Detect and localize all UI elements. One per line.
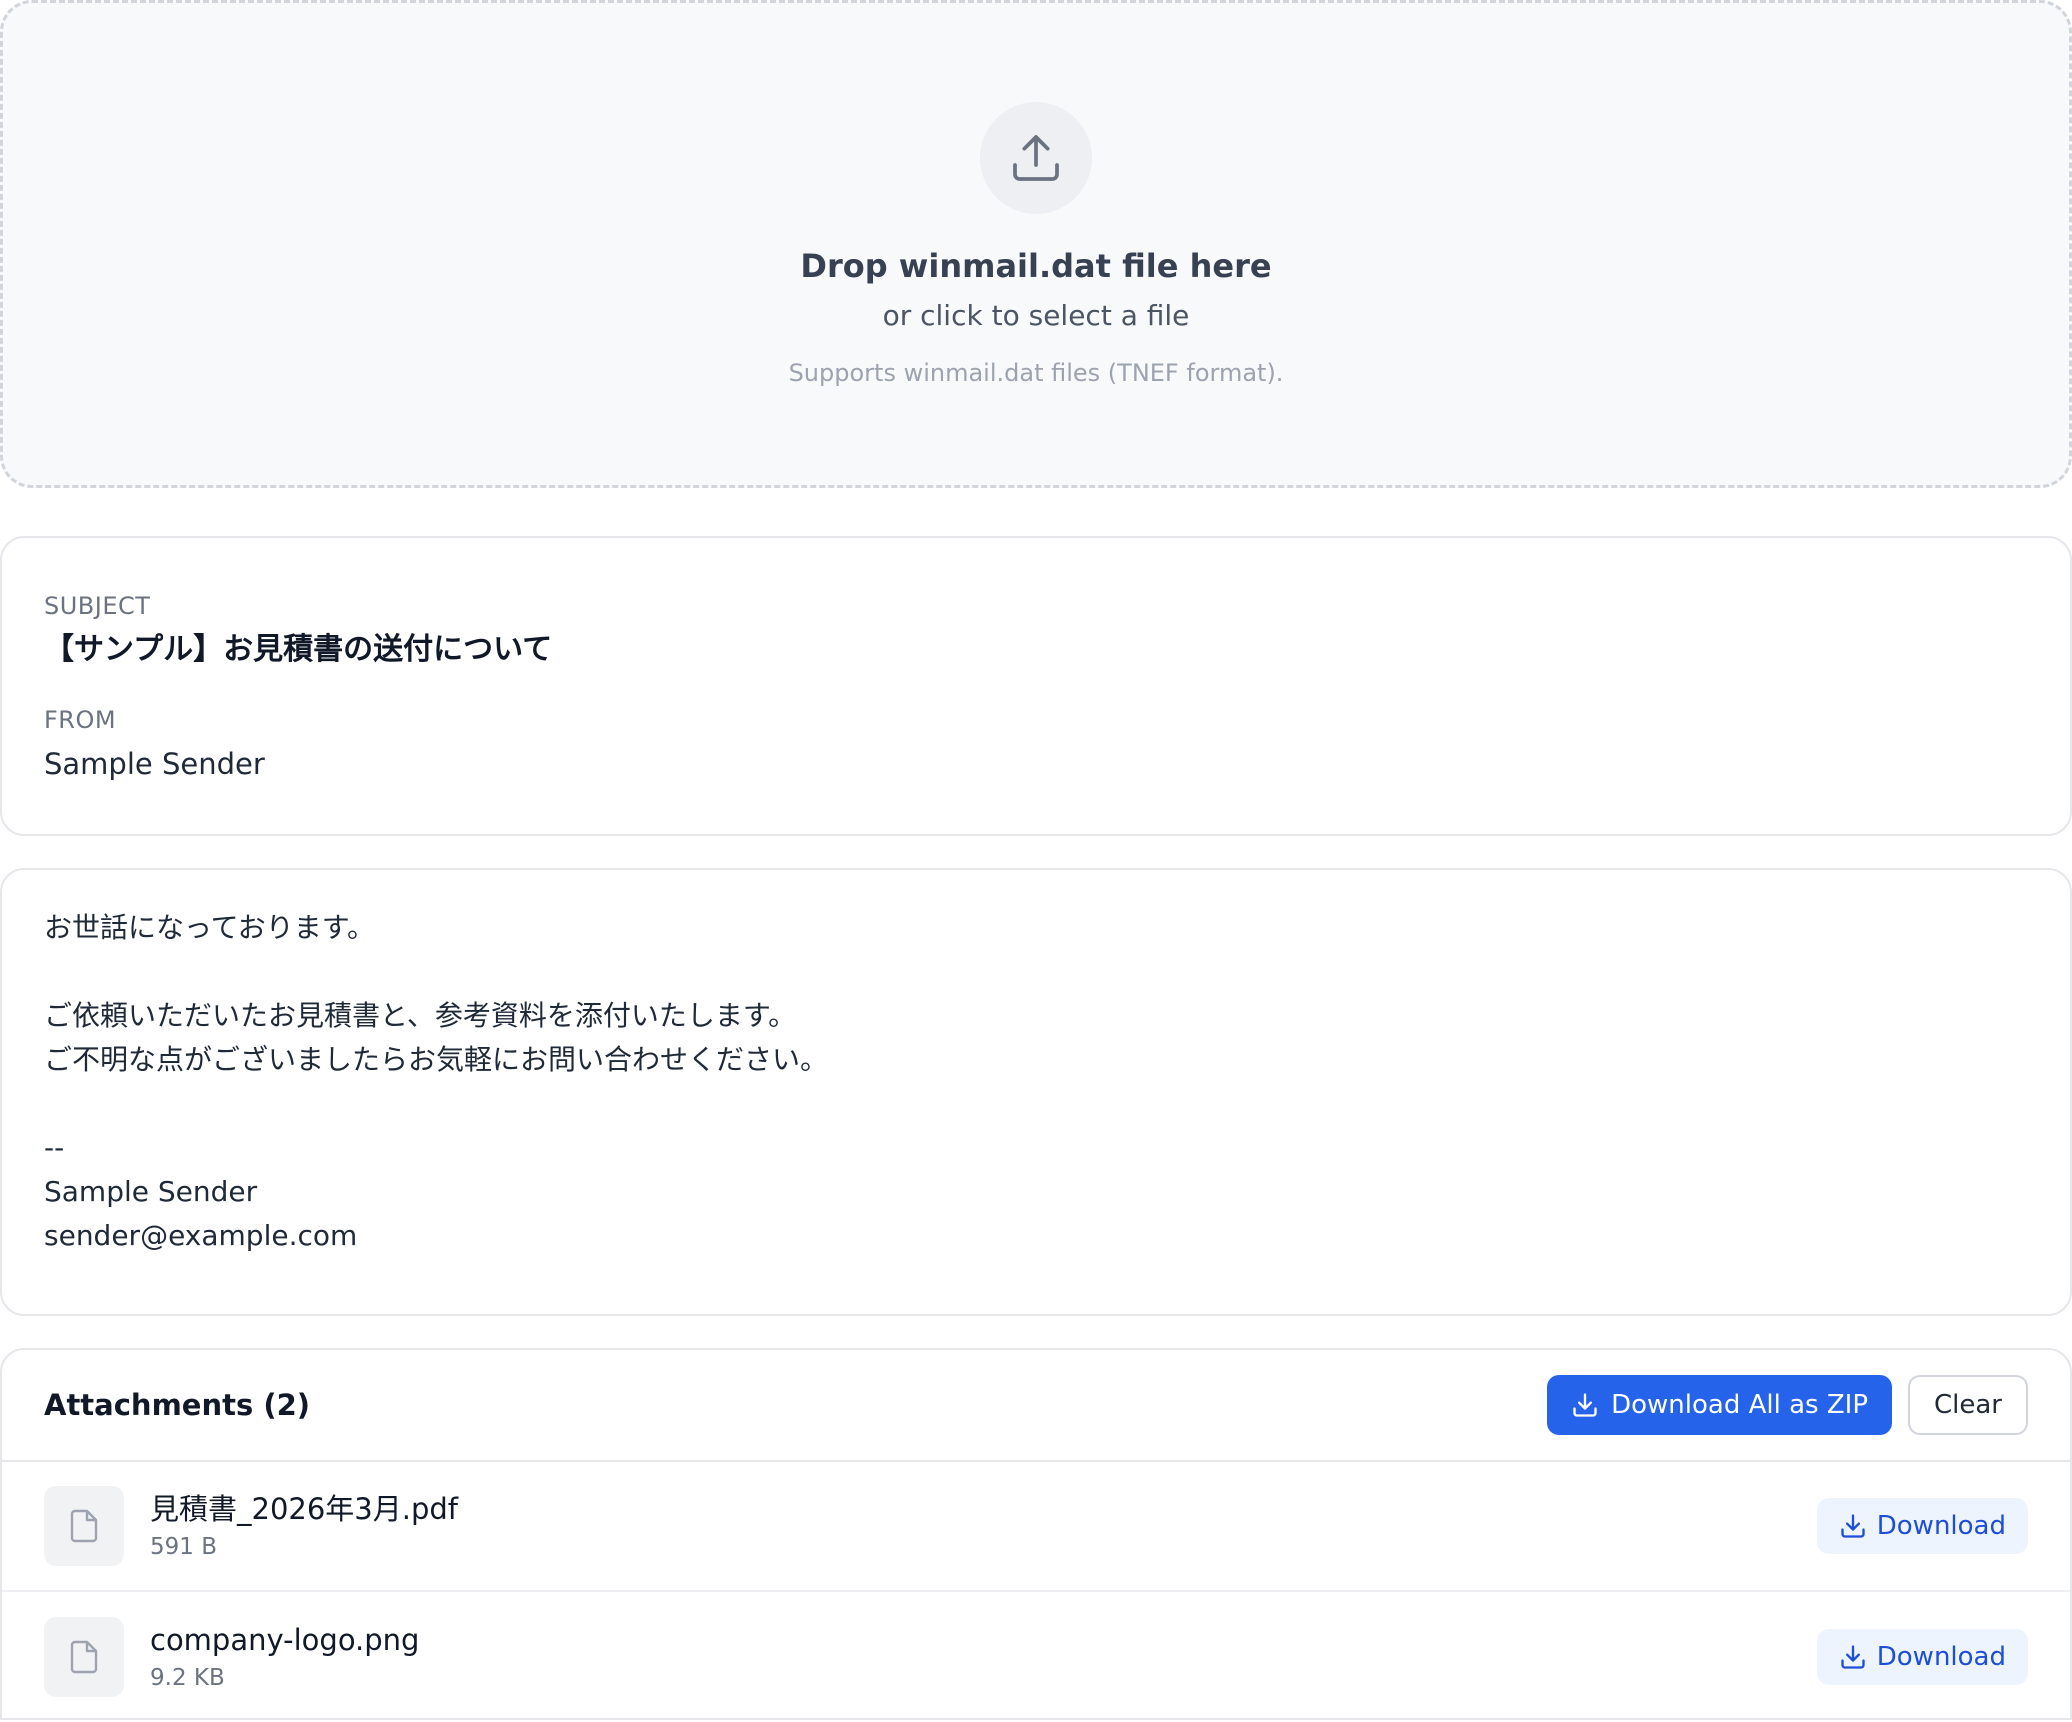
- from-value: Sample Sender: [44, 747, 265, 781]
- download-all-label: Download All as ZIP: [1611, 1390, 1868, 1420]
- message-meta-card: SUBJECT 【サンプル】お見積書の送付について FROM Sample Se…: [0, 536, 2072, 836]
- subject-label: SUBJECT: [44, 592, 151, 620]
- file-name: company-logo.png: [150, 1623, 420, 1657]
- body-line: お世話になっております。: [44, 911, 375, 944]
- download-label: Download: [1876, 1511, 2006, 1541]
- upload-icon: [1013, 135, 1059, 181]
- body-line: ご依頼いただいたお見積書と、参考資料を添付いたします。: [44, 999, 797, 1032]
- message-body-card: お世話になっております。 ご依頼いただいたお見積書と、参考資料を添付いたします。…: [0, 868, 2072, 1316]
- body-line: [44, 1082, 2028, 1126]
- download-icon: [1573, 1393, 1597, 1417]
- body-line: --: [44, 1131, 65, 1164]
- file-icon-box: [44, 1617, 124, 1697]
- attachment-row: 見積書_2026年3月.pdf 591 B Download: [2, 1462, 2070, 1592]
- upload-icon-circle: [980, 102, 1092, 214]
- file-size: 9.2 KB: [150, 1665, 225, 1691]
- body-line: sender@example.com: [44, 1219, 358, 1252]
- download-icon: [1841, 1645, 1865, 1669]
- clear-button[interactable]: Clear: [1908, 1375, 2028, 1435]
- file-info: 見積書_2026年3月.pdf 591 B: [150, 1490, 1817, 1562]
- attachments-header: Attachments (2) Download All as ZIP Clea…: [2, 1350, 2070, 1462]
- dropzone-title: Drop winmail.dat file here: [800, 247, 1272, 285]
- download-all-zip-button[interactable]: Download All as ZIP: [1547, 1375, 1892, 1435]
- attachments-title: Attachments (2): [44, 1388, 311, 1422]
- file-icon: [70, 1640, 98, 1674]
- attachments-card: Attachments (2) Download All as ZIP Clea…: [0, 1348, 2072, 1720]
- subject-value: 【サンプル】お見積書の送付について: [44, 632, 553, 667]
- body-line: ご不明な点がございましたらお気軽にお問い合わせください。: [44, 1043, 829, 1076]
- download-button[interactable]: Download: [1816, 1498, 2028, 1554]
- file-icon: [70, 1509, 98, 1543]
- attachment-row: company-logo.png 9.2 KB Download: [2, 1592, 2070, 1722]
- download-icon: [1841, 1514, 1865, 1538]
- file-icon-box: [44, 1486, 124, 1566]
- file-name: 見積書_2026年3月.pdf: [150, 1492, 458, 1526]
- dropzone-note: Supports winmail.dat files (TNEF format)…: [788, 359, 1284, 387]
- download-button[interactable]: Download: [1816, 1629, 2028, 1685]
- file-size: 591 B: [150, 1534, 217, 1560]
- body-line: [44, 950, 2028, 994]
- file-dropzone[interactable]: Drop winmail.dat file here or click to s…: [0, 0, 2072, 488]
- from-label: FROM: [44, 706, 117, 734]
- file-info: company-logo.png 9.2 KB: [150, 1621, 1817, 1693]
- body-line: Sample Sender: [44, 1175, 258, 1208]
- download-label: Download: [1876, 1642, 2006, 1672]
- dropzone-subtitle: or click to select a file: [882, 299, 1190, 332]
